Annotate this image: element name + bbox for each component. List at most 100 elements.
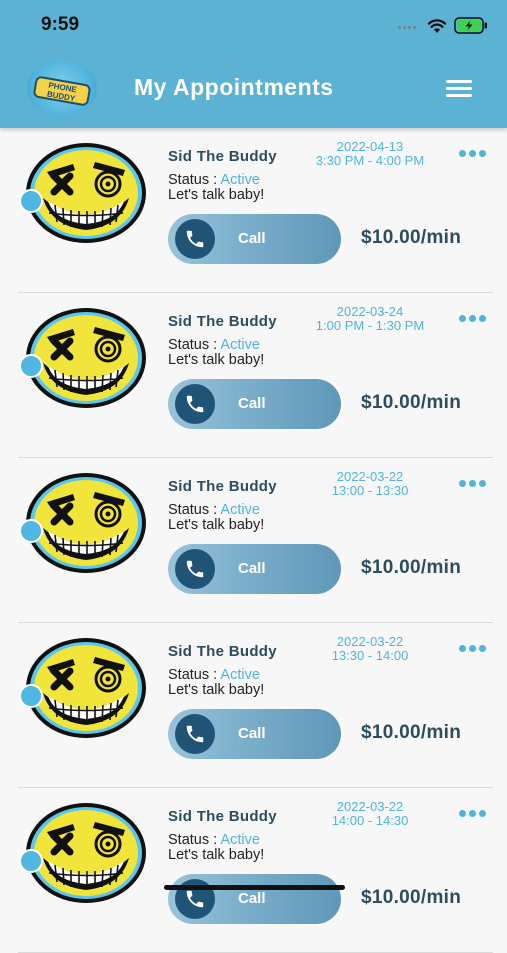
online-status-dot <box>19 519 43 543</box>
call-icon-circle <box>175 549 215 589</box>
buddy-name: Sid The Buddy <box>168 313 277 330</box>
appointment-datetime: 2022-03-22 13:00 - 13:30 <box>300 470 440 498</box>
status-row: Status : Active <box>168 172 260 188</box>
status-value: Active <box>220 667 260 683</box>
avatar[interactable] <box>25 307 147 409</box>
app-logo: PHONE BUDDY <box>27 60 97 116</box>
call-icon-circle <box>175 714 215 754</box>
avatar[interactable] <box>25 472 147 574</box>
wifi-icon <box>427 19 447 33</box>
more-icon <box>459 315 466 322</box>
page-title: My Appointments <box>134 74 334 100</box>
status-bar-time: 9:59 <box>41 14 80 35</box>
online-status-dot <box>19 849 43 873</box>
battery-icon <box>454 17 487 34</box>
status-label: Status : <box>168 337 221 353</box>
more-options-button[interactable] <box>458 810 488 818</box>
phone-icon <box>186 560 204 578</box>
status-value: Active <box>220 502 260 518</box>
call-icon-circle <box>175 219 215 259</box>
status-label: Status : <box>168 172 221 188</box>
appointment-date: 2022-04-13 <box>336 139 404 154</box>
appointment-datetime: 2022-03-24 1:00 PM - 1:30 PM <box>300 305 440 333</box>
phone-icon <box>186 725 204 743</box>
price-per-minute: $10.00/min <box>361 227 462 248</box>
status-row: Status : Active <box>168 832 260 848</box>
signal-icon <box>398 26 420 32</box>
more-options-button[interactable] <box>458 645 488 653</box>
appointment-message: Let's talk baby! <box>168 187 265 203</box>
online-status-dot <box>19 684 43 708</box>
avatar[interactable] <box>25 802 147 904</box>
phone-icon <box>186 395 204 413</box>
status-label: Status : <box>168 832 221 848</box>
appointment-message: Let's talk baby! <box>168 682 265 698</box>
appointment-card[interactable]: Sid The Buddy 2022-03-22 14:00 - 14:30 S… <box>0 788 507 953</box>
status-label: Status : <box>168 667 221 683</box>
call-button[interactable]: Call <box>168 874 341 924</box>
appointment-message: Let's talk baby! <box>168 352 265 368</box>
online-status-dot <box>19 189 43 213</box>
call-button-label: Call <box>238 890 266 907</box>
status-value: Active <box>220 832 260 848</box>
appointment-date: 2022-03-22 <box>336 799 404 814</box>
call-button[interactable]: Call <box>168 214 341 264</box>
appointments-list[interactable]: Sid The Buddy 2022-04-13 3:30 PM - 4:00 … <box>0 128 507 953</box>
price-per-minute: $10.00/min <box>361 722 462 743</box>
status-value: Active <box>220 172 260 188</box>
price-per-minute: $10.00/min <box>361 887 462 908</box>
more-options-button[interactable] <box>458 315 488 323</box>
appointment-datetime: 2022-03-22 13:30 - 14:00 <box>300 635 440 663</box>
more-icon <box>459 645 466 652</box>
price-per-minute: $10.00/min <box>361 392 462 413</box>
appointment-time: 3:30 PM - 4:00 PM <box>315 153 425 168</box>
call-button-label: Call <box>238 230 266 247</box>
avatar[interactable] <box>25 637 147 739</box>
call-button-label: Call <box>238 395 266 412</box>
buddy-name: Sid The Buddy <box>168 643 277 660</box>
logo-text: PHONE BUDDY <box>32 75 92 107</box>
online-status-dot <box>19 354 43 378</box>
buddy-name: Sid The Buddy <box>168 808 277 825</box>
appointment-card[interactable]: Sid The Buddy 2022-03-24 1:00 PM - 1:30 … <box>0 293 507 458</box>
call-button[interactable]: Call <box>168 709 341 759</box>
appointment-time: 14:00 - 14:30 <box>331 813 409 828</box>
appointment-datetime: 2022-03-22 14:00 - 14:30 <box>300 800 440 828</box>
more-icon <box>459 810 466 817</box>
call-button[interactable]: Call <box>168 544 341 594</box>
appointment-card[interactable]: Sid The Buddy 2022-03-22 13:30 - 14:00 S… <box>0 623 507 788</box>
call-button-label: Call <box>238 725 266 742</box>
appointment-time: 1:00 PM - 1:30 PM <box>315 318 425 333</box>
more-options-button[interactable] <box>458 150 488 158</box>
status-value: Active <box>220 337 260 353</box>
home-indicator <box>164 885 345 890</box>
price-per-minute: $10.00/min <box>361 557 462 578</box>
call-button[interactable]: Call <box>168 379 341 429</box>
status-row: Status : Active <box>168 667 260 683</box>
more-icon <box>459 480 466 487</box>
app-header: 9:59 PHONE BUDDY My Appointments <box>0 0 507 128</box>
appointment-datetime: 2022-04-13 3:30 PM - 4:00 PM <box>300 140 440 168</box>
appointment-card[interactable]: Sid The Buddy 2022-04-13 3:30 PM - 4:00 … <box>0 128 507 293</box>
menu-button[interactable] <box>446 80 474 98</box>
call-button-label: Call <box>238 560 266 577</box>
appointment-time: 13:00 - 13:30 <box>331 483 409 498</box>
appointment-date: 2022-03-24 <box>336 304 404 319</box>
more-options-button[interactable] <box>458 480 488 488</box>
buddy-name: Sid The Buddy <box>168 478 277 495</box>
buddy-name: Sid The Buddy <box>168 148 277 165</box>
status-row: Status : Active <box>168 502 260 518</box>
appointment-card[interactable]: Sid The Buddy 2022-03-22 13:00 - 13:30 S… <box>0 458 507 623</box>
appointment-message: Let's talk baby! <box>168 517 265 533</box>
status-label: Status : <box>168 502 221 518</box>
phone-icon <box>186 890 204 908</box>
call-icon-circle <box>175 384 215 424</box>
appointment-date: 2022-03-22 <box>336 469 404 484</box>
more-icon <box>459 150 466 157</box>
appointment-message: Let's talk baby! <box>168 847 265 863</box>
avatar[interactable] <box>25 142 147 244</box>
menu-icon <box>446 80 472 83</box>
status-row: Status : Active <box>168 337 260 353</box>
appointment-date: 2022-03-22 <box>336 634 404 649</box>
appointment-time: 13:30 - 14:00 <box>331 648 409 663</box>
